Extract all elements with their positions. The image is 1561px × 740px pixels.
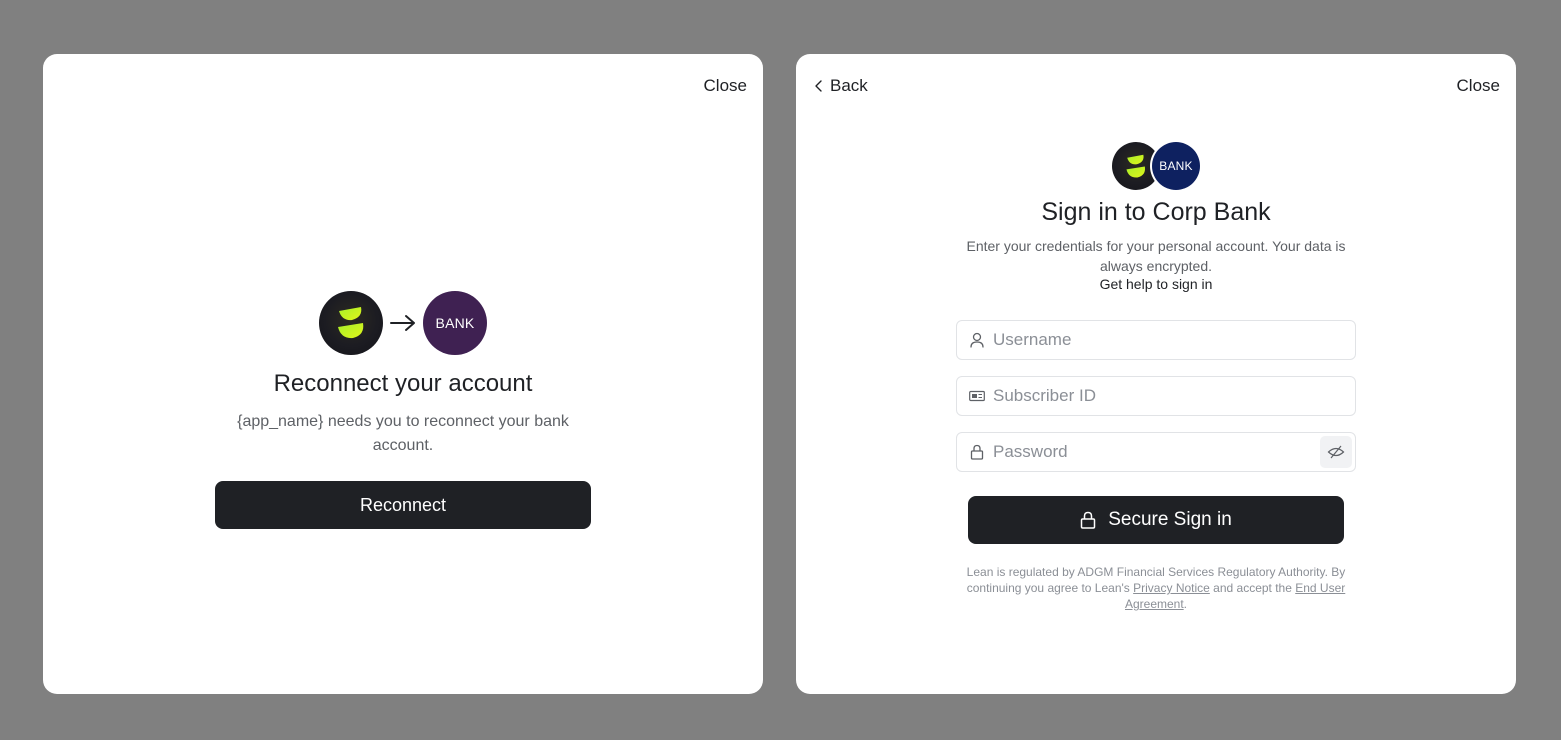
- chevron-left-icon: [815, 80, 822, 92]
- secure-sign-in-button[interactable]: Secure Sign in: [968, 496, 1344, 544]
- sign-in-description: Enter your credentials for your personal…: [966, 238, 1346, 274]
- bank-logo: BANK: [1152, 142, 1200, 190]
- legal-text: and accept the: [1209, 581, 1296, 595]
- lean-app-logo: [319, 291, 383, 355]
- privacy-notice-link[interactable]: Privacy Notice: [1133, 581, 1210, 595]
- username-field[interactable]: [956, 320, 1356, 360]
- close-button[interactable]: Close: [1457, 76, 1500, 96]
- back-label: Back: [830, 76, 868, 95]
- lock-icon: [969, 444, 985, 460]
- connection-logos: BANK: [1112, 142, 1202, 190]
- page-title: Reconnect your account: [273, 370, 533, 397]
- lock-icon: [1080, 511, 1096, 529]
- legal-text: .: [1183, 597, 1188, 611]
- close-button[interactable]: Close: [704, 76, 747, 96]
- get-help-link[interactable]: Get help to sign in: [796, 276, 1516, 292]
- password-field[interactable]: [956, 432, 1356, 472]
- legal-notice: Lean is regulated by ADGM Financial Serv…: [966, 564, 1346, 612]
- id-card-icon: [969, 388, 985, 404]
- sign-in-modal: Back Close BANK Sign in to Corp Bank Ent…: [796, 54, 1516, 694]
- page-title: Sign in to Corp Bank: [1041, 198, 1271, 226]
- reconnect-description: {app_name} needs you to reconnect your b…: [237, 413, 569, 454]
- user-icon: [969, 332, 985, 348]
- subscriber-id-input[interactable]: [993, 386, 1355, 406]
- password-input[interactable]: [993, 442, 1320, 462]
- reconnect-modal: Close BANK Reconnect your account {app_n…: [43, 54, 763, 694]
- toggle-password-visibility[interactable]: [1320, 436, 1352, 468]
- bank-logo: BANK: [423, 291, 487, 355]
- connection-logos: BANK: [43, 291, 763, 355]
- username-input[interactable]: [993, 330, 1355, 350]
- arrow-right-icon: [390, 315, 415, 331]
- subscriber-id-field[interactable]: [956, 376, 1356, 416]
- back-button[interactable]: Back: [814, 76, 868, 96]
- sign-in-label: Secure Sign in: [1108, 509, 1232, 530]
- eye-off-icon: [1327, 445, 1345, 459]
- lean-logo-icon: [338, 307, 364, 339]
- reconnect-button[interactable]: Reconnect: [215, 481, 591, 529]
- lean-logo-icon: [1126, 154, 1146, 178]
